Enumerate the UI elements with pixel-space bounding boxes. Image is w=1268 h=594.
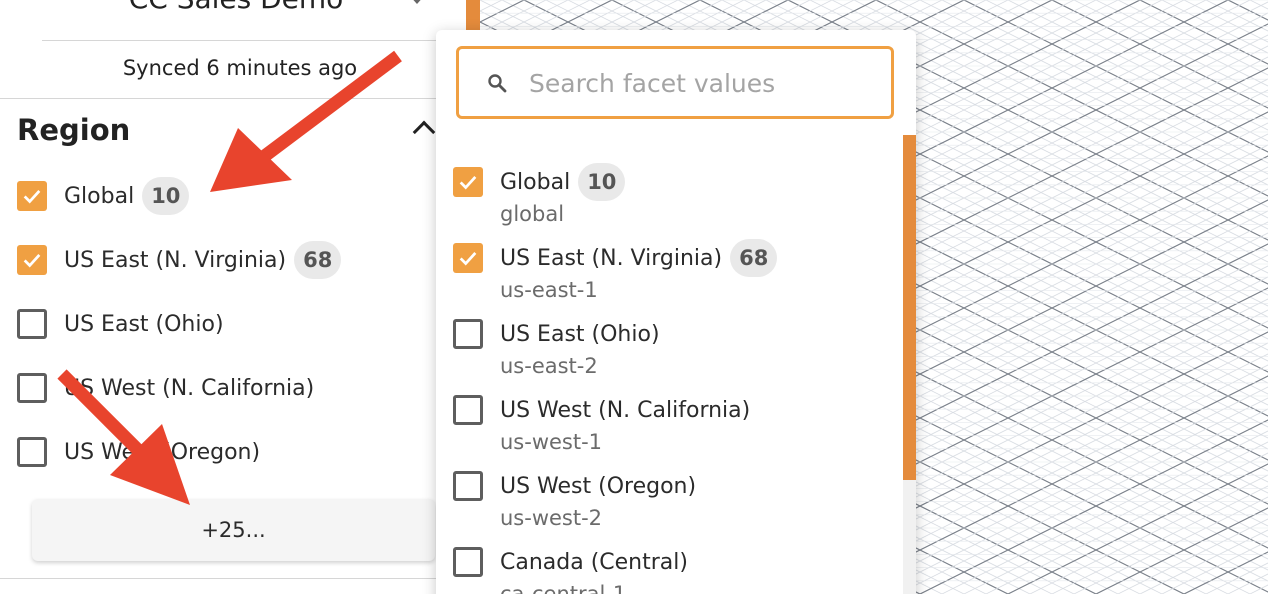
facet-item-label: Global	[64, 183, 135, 209]
facet-item-label: US East (N. Virginia)	[64, 247, 287, 273]
facet-title: Region	[17, 113, 131, 147]
grid-line	[1029, 0, 1268, 120]
grid-line	[1073, 496, 1268, 594]
facet-item-us-east-ohio[interactable]: US East (Ohio)	[17, 307, 224, 341]
facet-option-us-west-1[interactable]: US West (N. California) us-west-1	[453, 392, 883, 456]
checkbox-checked[interactable]	[17, 245, 47, 275]
checkbox-unchecked[interactable]	[17, 373, 47, 403]
checkbox-unchecked[interactable]	[453, 547, 483, 577]
facet-option-value: us-west-1	[500, 430, 603, 454]
facet-item-label: US West (Oregon)	[64, 439, 261, 465]
checkbox-checked[interactable]	[453, 167, 483, 197]
grid-line	[897, 0, 1268, 186]
facet-option-global[interactable]: Global 10 global	[453, 163, 883, 228]
sidebar: CC Sales Demo Synced 6 minutes ago Regio…	[0, 0, 466, 594]
count-badge: 10	[142, 177, 190, 215]
grid-line	[941, 430, 1268, 594]
checkbox-unchecked[interactable]	[453, 395, 483, 425]
checkbox-unchecked[interactable]	[17, 309, 47, 339]
facet-option-label: Canada (Central)	[500, 549, 688, 575]
facet-option-label: US East (Ohio)	[500, 321, 660, 347]
popover-scrollbar[interactable]	[903, 135, 916, 594]
grid-line	[1205, 0, 1268, 32]
facet-option-value: global	[500, 202, 565, 226]
search-input[interactable]	[529, 59, 879, 107]
facet-item-us-west-oregon[interactable]: US West (Oregon)	[17, 435, 260, 469]
facet-option-label: US East (N. Virginia)	[500, 245, 723, 271]
facet-option-us-west-2[interactable]: US West (Oregon) us-west-2	[453, 468, 883, 532]
grid-line	[1205, 562, 1268, 594]
divider	[0, 578, 466, 579]
grid-line	[1029, 474, 1268, 594]
check-icon	[23, 254, 41, 268]
count-badge: 10	[578, 163, 626, 201]
check-icon	[459, 252, 477, 266]
facet-option-label: US West (N. California)	[500, 397, 751, 423]
facet-item-us-west-n-california[interactable]: US West (N. California)	[17, 371, 314, 405]
scrollbar-thumb[interactable]	[903, 135, 916, 480]
facet-option-us-east-2[interactable]: US East (Ohio) us-east-2	[453, 316, 883, 380]
count-badge: 68	[294, 241, 342, 279]
divider	[42, 40, 442, 41]
count-badge: 68	[730, 239, 778, 277]
grid-line	[1073, 0, 1268, 98]
grid-line	[941, 0, 1268, 164]
search-icon	[488, 74, 507, 93]
facet-option-value: us-west-2	[500, 506, 603, 530]
facet-item-us-east-n-virginia[interactable]: US East (N. Virginia) 68	[17, 241, 342, 279]
facet-option-label: Global	[500, 169, 571, 195]
checkbox-unchecked[interactable]	[453, 319, 483, 349]
facet-option-us-east-1[interactable]: US East (N. Virginia) 68 us-east-1	[453, 239, 883, 304]
facet-option-value: ca-central-1	[500, 582, 627, 594]
search-field[interactable]	[456, 46, 894, 119]
check-icon	[23, 190, 41, 204]
facet-option-value: us-east-1	[500, 278, 598, 302]
divider	[0, 98, 466, 99]
chevron-up-icon[interactable]	[412, 120, 436, 144]
check-icon	[459, 176, 477, 190]
scene-title[interactable]: CC Sales Demo	[42, 0, 430, 22]
show-more-button[interactable]: +25...	[32, 499, 435, 561]
sync-status: Synced 6 minutes ago	[122, 56, 358, 80]
checkbox-unchecked[interactable]	[17, 437, 47, 467]
checkbox-checked[interactable]	[453, 243, 483, 273]
checkbox-checked[interactable]	[17, 181, 47, 211]
facet-item-label: US East (Ohio)	[64, 311, 224, 337]
facet-option-ca-central-1[interactable]: Canada (Central) ca-central-1	[453, 544, 883, 594]
facet-item-label: US West (N. California)	[64, 375, 315, 401]
facet-values-popover: Global 10 global US East (N. Virginia) 6…	[436, 30, 916, 594]
facet-option-label: US West (Oregon)	[500, 473, 697, 499]
chevron-down-icon[interactable]	[408, 0, 426, 4]
sidebar-resize-handle[interactable]	[466, 0, 480, 30]
checkbox-unchecked[interactable]	[453, 471, 483, 501]
grid-line	[897, 408, 1268, 594]
facet-option-value: us-east-2	[500, 354, 598, 378]
facet-item-global[interactable]: Global 10	[17, 177, 190, 215]
